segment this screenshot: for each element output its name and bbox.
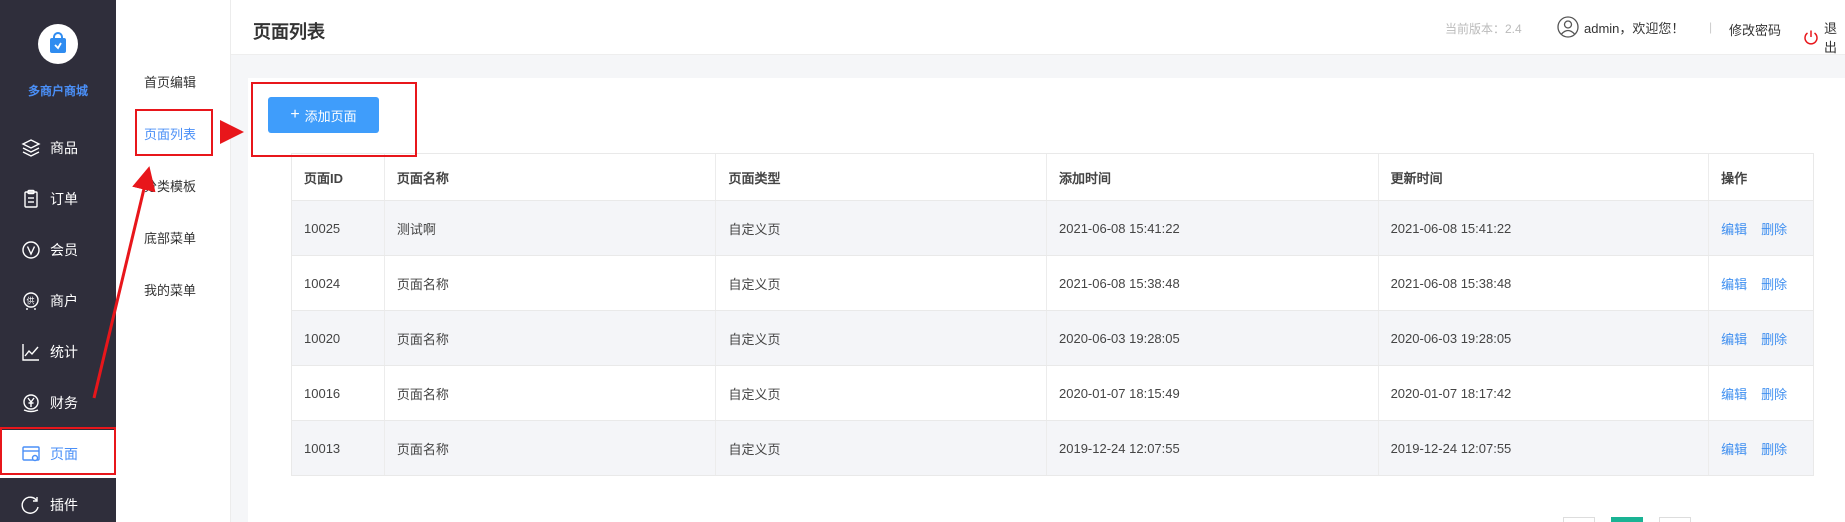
sidebar-item-label: 插件 bbox=[50, 497, 78, 513]
pagination-prev[interactable] bbox=[1563, 517, 1595, 522]
table-header-row: 页面ID 页面名称 页面类型 添加时间 更新时间 操作 bbox=[292, 154, 1813, 200]
table-row: 10025 测试啊 自定义页 2021-06-08 15:41:22 2021-… bbox=[292, 200, 1813, 255]
sidebar-item-label: 订单 bbox=[50, 191, 78, 207]
clipboard-icon bbox=[20, 188, 42, 210]
cell-id: 10020 bbox=[292, 311, 385, 365]
delete-link[interactable]: 删除 bbox=[1761, 439, 1787, 458]
cell-actions: 编辑 删除 bbox=[1709, 421, 1813, 475]
yen-icon bbox=[20, 392, 42, 414]
member-v-icon bbox=[20, 239, 42, 261]
edit-link[interactable]: 编辑 bbox=[1721, 439, 1747, 458]
sidebar-item-goods[interactable]: 商品 bbox=[0, 124, 116, 172]
sidebar-item-label: 商品 bbox=[50, 140, 78, 156]
user-greeting[interactable]: admin，欢迎您！ bbox=[1557, 16, 1684, 38]
cell-created: 2020-01-07 18:15:49 bbox=[1047, 366, 1379, 420]
column-header-name[interactable]: 页面名称 bbox=[385, 154, 717, 200]
edit-link[interactable]: 编辑 bbox=[1721, 329, 1747, 348]
pagination-current[interactable] bbox=[1611, 517, 1643, 522]
cell-id: 10016 bbox=[292, 366, 385, 420]
cell-updated: 2021-06-08 15:38:48 bbox=[1379, 256, 1710, 310]
cell-created: 2019-12-24 12:07:55 bbox=[1047, 421, 1379, 475]
sidebar-item-plugins[interactable]: 插件 bbox=[0, 481, 116, 522]
top-header: 页面列表 当前版本：2.4 admin，欢迎您！ | 修改密码 退出 bbox=[231, 0, 1845, 55]
logout-button[interactable]: 退出 bbox=[1803, 18, 1845, 56]
submenu-item-home-edit[interactable]: 首页编辑 bbox=[144, 72, 196, 91]
page-list-table: 页面ID 页面名称 页面类型 添加时间 更新时间 操作 10025 测试啊 自定… bbox=[291, 153, 1814, 476]
column-header-actions: 操作 bbox=[1721, 170, 1748, 186]
cell-actions: 编辑 删除 bbox=[1709, 256, 1813, 310]
cell-name: 页面名称 bbox=[385, 256, 717, 310]
table-row: 10013 页面名称 自定义页 2019-12-24 12:07:55 2019… bbox=[292, 420, 1813, 475]
edit-link[interactable]: 编辑 bbox=[1721, 384, 1747, 403]
submenu-item-bottom-menu[interactable]: 底部菜单 bbox=[144, 228, 196, 247]
plugin-icon bbox=[20, 494, 42, 516]
cell-name: 页面名称 bbox=[385, 311, 717, 365]
sidebar-item-label: 商户 bbox=[50, 293, 78, 309]
cell-id: 10025 bbox=[292, 201, 385, 255]
user-avatar-icon bbox=[1557, 16, 1579, 38]
cell-actions: 编辑 删除 bbox=[1709, 311, 1813, 365]
cell-name: 页面名称 bbox=[385, 366, 717, 420]
power-icon bbox=[1803, 29, 1819, 45]
sidebar-item-statistics[interactable]: 统计 bbox=[0, 328, 116, 376]
table-row: 10016 页面名称 自定义页 2020-01-07 18:15:49 2020… bbox=[292, 365, 1813, 420]
annotation-box-page-list bbox=[135, 109, 213, 156]
sidebar-item-finance[interactable]: 财务 bbox=[0, 379, 116, 427]
cell-created: 2020-06-03 19:28:05 bbox=[1047, 311, 1379, 365]
pagination-next[interactable] bbox=[1659, 517, 1691, 522]
sub-sidebar: 首页编辑 页面列表 分类模板 底部菜单 我的菜单 bbox=[116, 0, 231, 522]
cell-updated: 2019-12-24 12:07:55 bbox=[1379, 421, 1710, 475]
annotation-box-pages bbox=[0, 427, 116, 475]
column-header-type[interactable]: 页面类型 bbox=[716, 154, 1048, 200]
logout-label: 退出 bbox=[1824, 21, 1838, 55]
cell-type: 自定义页 bbox=[716, 311, 1048, 365]
cell-actions: 编辑 删除 bbox=[1709, 366, 1813, 420]
cell-created: 2021-06-08 15:38:48 bbox=[1047, 256, 1379, 310]
sidebar-item-members[interactable]: 会员 bbox=[0, 226, 116, 274]
sidebar-item-label: 会员 bbox=[50, 242, 78, 258]
cell-name: 测试啊 bbox=[385, 201, 717, 255]
cell-updated: 2020-06-03 19:28:05 bbox=[1379, 311, 1710, 365]
cell-created: 2021-06-08 15:41:22 bbox=[1047, 201, 1379, 255]
header-divider: | bbox=[1709, 20, 1713, 34]
delete-link[interactable]: 删除 bbox=[1761, 384, 1787, 403]
delete-link[interactable]: 删除 bbox=[1761, 329, 1787, 348]
sidebar-item-orders[interactable]: 订单 bbox=[0, 175, 116, 223]
submenu-item-category-template[interactable]: 分类模板 bbox=[144, 176, 196, 195]
table-row: 10020 页面名称 自定义页 2020-06-03 19:28:05 2020… bbox=[292, 310, 1813, 365]
shop-logo-icon[interactable] bbox=[38, 24, 78, 64]
column-header-updated[interactable]: 更新时间 bbox=[1379, 154, 1710, 200]
version-label: 当前版本：2.4 bbox=[1445, 22, 1522, 36]
cell-updated: 2021-06-08 15:41:22 bbox=[1379, 201, 1710, 255]
column-header-id[interactable]: 页面ID bbox=[292, 154, 385, 200]
cell-type: 自定义页 bbox=[716, 421, 1048, 475]
cell-type: 自定义页 bbox=[716, 256, 1048, 310]
delete-link[interactable]: 删除 bbox=[1761, 274, 1787, 293]
annotation-box-add-page bbox=[251, 82, 417, 157]
cell-name: 页面名称 bbox=[385, 421, 717, 475]
user-greeting-text: admin，欢迎您！ bbox=[1584, 20, 1685, 36]
sidebar-item-merchants[interactable]: 供 商户 bbox=[0, 277, 116, 325]
cell-type: 自定义页 bbox=[716, 366, 1048, 420]
column-header-created[interactable]: 添加时间 bbox=[1047, 154, 1379, 200]
edit-link[interactable]: 编辑 bbox=[1721, 274, 1747, 293]
cell-id: 10024 bbox=[292, 256, 385, 310]
sidebar-item-label: 统计 bbox=[50, 344, 78, 360]
cell-actions: 编辑 删除 bbox=[1709, 201, 1813, 255]
table-row: 10024 页面名称 自定义页 2021-06-08 15:38:48 2021… bbox=[292, 255, 1813, 310]
chart-line-icon bbox=[20, 341, 42, 363]
cell-id: 10013 bbox=[292, 421, 385, 475]
delete-link[interactable]: 删除 bbox=[1761, 219, 1787, 238]
submenu-item-my-menu[interactable]: 我的菜单 bbox=[144, 280, 196, 299]
cell-type: 自定义页 bbox=[716, 201, 1048, 255]
sidebar-item-label: 财务 bbox=[50, 395, 78, 411]
svg-text:供: 供 bbox=[27, 296, 35, 306]
page-title: 页面列表 bbox=[253, 22, 325, 42]
cell-updated: 2020-01-07 18:17:42 bbox=[1379, 366, 1710, 420]
app-name: 多商户商城 bbox=[27, 84, 88, 98]
change-password-link[interactable]: 修改密码 bbox=[1729, 20, 1781, 39]
edit-link[interactable]: 编辑 bbox=[1721, 219, 1747, 238]
layers-icon bbox=[20, 137, 42, 159]
merchant-icon: 供 bbox=[20, 290, 42, 312]
